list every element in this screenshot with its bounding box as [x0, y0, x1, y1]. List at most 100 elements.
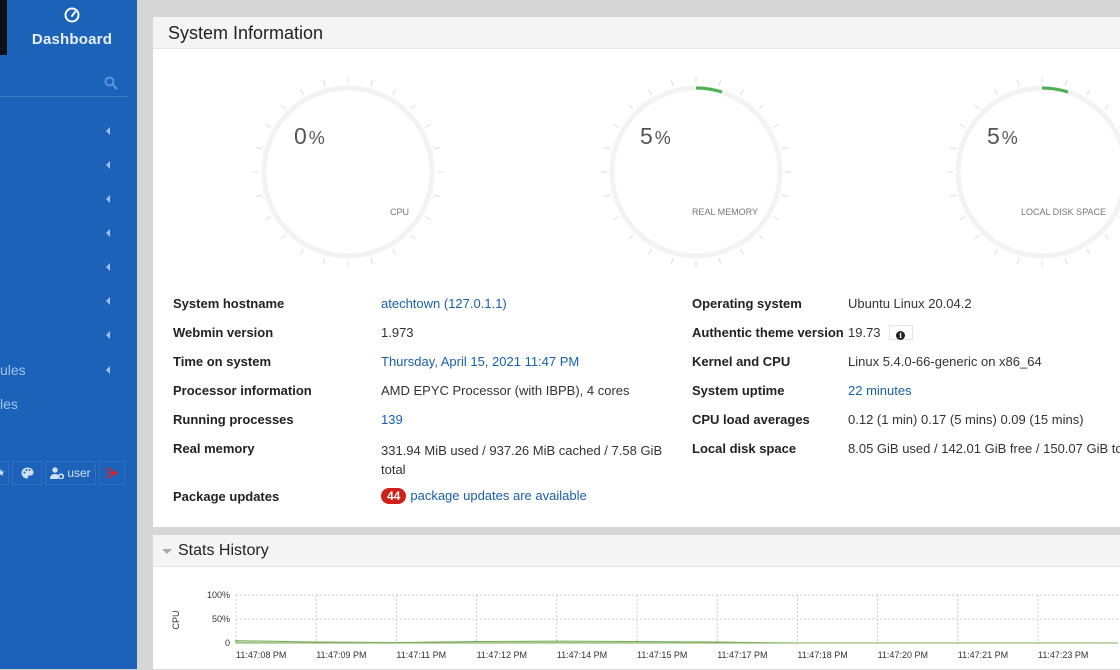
gauge-tick: [433, 194, 440, 198]
star-icon: ★: [0, 467, 6, 479]
dashboard-label: Dashboard: [31, 31, 113, 48]
chart-point: [957, 642, 959, 644]
chart-ytick-label: 0: [225, 638, 230, 648]
info-circle-icon: i: [896, 331, 906, 341]
caret-left-icon: [106, 195, 110, 203]
gauge-tick: [1104, 104, 1110, 110]
gauge-tick: [256, 146, 263, 150]
caret-left-icon: [106, 229, 110, 237]
sign-out-icon: [106, 468, 118, 478]
gauge-tick: [758, 234, 764, 240]
caret-left-icon: [106, 263, 110, 271]
real-memory-gauge-value: 5%: [640, 123, 671, 149]
gauge-tick: [613, 124, 620, 128]
user-button[interactable]: user: [45, 461, 96, 485]
uptime-link[interactable]: 22 minutes: [848, 383, 912, 398]
gauge-tick: [604, 146, 611, 150]
gauge-track: [261, 85, 435, 259]
chart-xtick-label: 11:47:18 PM: [797, 650, 847, 660]
caret-left-icon: [106, 297, 110, 305]
sidebar-item-4[interactable]: [0, 222, 128, 246]
chart-xtick-label: 11:47:20 PM: [878, 650, 928, 660]
gauge-tick: [670, 80, 674, 87]
collapse-triangle-icon[interactable]: [162, 549, 172, 554]
gauge-tick: [1086, 89, 1090, 96]
search-icon[interactable]: [104, 76, 118, 90]
hostname-link[interactable]: atechtown (127.0.1.1): [381, 296, 507, 311]
caret-left-icon: [106, 331, 110, 339]
gauge-tick: [280, 104, 286, 110]
local-disk-gauge-value: 5%: [987, 123, 1018, 149]
chart-point: [395, 641, 398, 644]
dashboard-link[interactable]: Dashboard: [7, 0, 137, 60]
sidebar-item-modules[interactable]: ules: [0, 359, 128, 383]
gauge-tick: [280, 234, 286, 240]
sidebar-item-5[interactable]: [0, 256, 128, 280]
real-memory-gauge-label: REAL MEMORY: [692, 207, 759, 217]
sidebar-item-files[interactable]: les: [0, 393, 128, 417]
gauge-tick: [648, 89, 652, 96]
sidebar-search[interactable]: [0, 70, 128, 97]
gauge-track: [955, 85, 1120, 259]
gauge-tick: [410, 104, 416, 110]
chart-xtick-label: 11:47:08 PM: [236, 650, 286, 660]
gauge-tick: [758, 104, 764, 110]
gauge-tick: [781, 194, 788, 198]
chart-series-area-cpu: [235, 640, 1118, 644]
gauge-tick: [1064, 257, 1068, 264]
gauge-tick: [300, 89, 304, 96]
palette-icon: [21, 467, 33, 479]
package-updates-badge: 44: [381, 488, 407, 504]
chart-point: [876, 642, 879, 644]
gauge-tick: [994, 89, 998, 96]
chart-xtick-label: 11:47:15 PM: [637, 650, 687, 660]
gauge-tick: [322, 80, 326, 87]
time-link[interactable]: Thursday, April 15, 2021 11:47 PM: [381, 354, 579, 369]
gauge-tick: [959, 124, 966, 128]
caret-left-icon: [106, 366, 110, 374]
gauge-tick: [772, 216, 779, 220]
sidebar-item-1[interactable]: [0, 120, 128, 144]
sidebar-item-6[interactable]: [0, 290, 128, 314]
gauge-tick: [265, 216, 272, 220]
sidebar: Dashboard ules les ★ user: [0, 0, 137, 669]
chart-ytick-label: 50%: [212, 614, 230, 624]
gauge-tick: [740, 248, 744, 255]
chart-point: [556, 640, 558, 642]
gauge-tick: [300, 248, 304, 255]
sidebar-item-7[interactable]: [0, 324, 128, 348]
chart-point: [1037, 642, 1039, 644]
package-updates-link[interactable]: package updates are available: [410, 488, 586, 503]
system-information-panel: System Information 0% CPU 5% REAL MEMORY…: [153, 17, 1120, 527]
user-label: user: [67, 466, 91, 480]
local-disk-gauge: 5% LOCAL DISK SPACE: [947, 77, 1120, 267]
sidebar-item-3[interactable]: [0, 188, 128, 212]
cpu-gauge-value: 0%: [294, 123, 325, 149]
favorites-button[interactable]: ★: [0, 461, 9, 485]
theme-info-button[interactable]: i: [888, 325, 913, 341]
cpu-history-chart: CPU 0 50% 100% 11:47:08 PM 11:47:09 PM 11:47:1…: [171, 590, 1120, 660]
stats-history-header[interactable]: Stats History: [153, 535, 1120, 567]
gauge-tick: [265, 124, 272, 128]
gauge-tick: [392, 248, 396, 255]
gauge-tick: [1104, 234, 1110, 240]
system-information-title: System Information: [153, 17, 1120, 49]
main-content: System Information 0% CPU 5% REAL MEMORY…: [137, 0, 1120, 669]
cpu-gauge-label: CPU: [390, 207, 410, 217]
theme-button[interactable]: [12, 461, 42, 485]
local-disk-gauge-label: LOCAL DISK SPACE: [1021, 207, 1107, 217]
user-cog-icon: [50, 467, 65, 479]
gauge-tick: [1064, 80, 1068, 87]
gauge-tick: [370, 257, 374, 264]
gauge-tick: [1086, 248, 1090, 255]
processes-link[interactable]: 139: [381, 412, 403, 427]
gauge-tick: [648, 248, 652, 255]
logout-button[interactable]: [99, 461, 125, 485]
sidebar-item-2[interactable]: [0, 154, 128, 178]
gauge-tick: [613, 216, 620, 220]
cpu-gauge-dial: [253, 77, 443, 267]
gauge-tick: [392, 89, 396, 96]
real-memory-gauge: 5% REAL MEMORY: [601, 77, 791, 267]
gauge-tick: [974, 104, 980, 110]
caret-left-icon: [106, 161, 110, 169]
